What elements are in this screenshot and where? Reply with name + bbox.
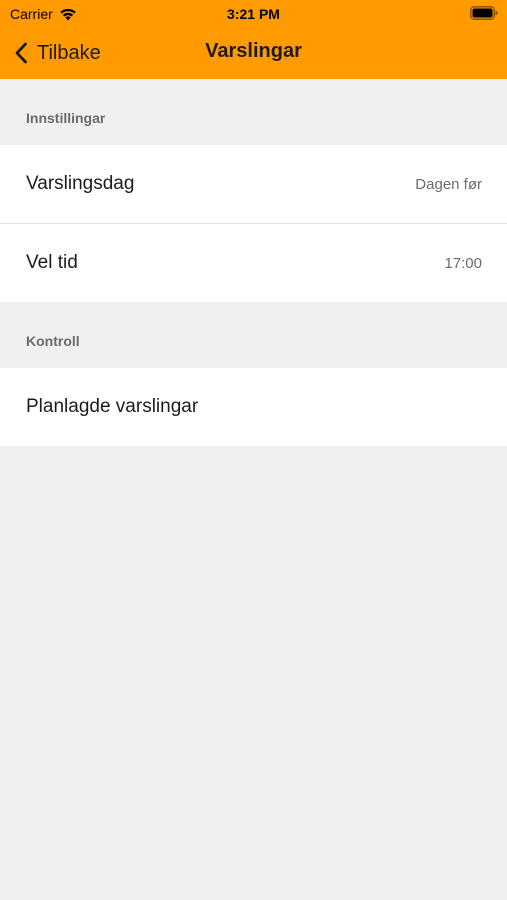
row-label: Vel tid (26, 252, 78, 273)
row-value: 17:00 (444, 255, 482, 272)
page-title: Varslingar (205, 40, 302, 62)
row-label: Planlagde varslingar (26, 396, 199, 417)
settings-row-choose-time[interactable]: Vel tid 17:00 (0, 224, 507, 302)
status-time: 3:21 PM (227, 6, 280, 22)
status-bar: Carrier 3:21 PM (0, 0, 507, 28)
settings-row-notification-day[interactable]: Varslingsdag Dagen før (0, 145, 507, 223)
row-label: Varslingsdag (26, 173, 135, 194)
header-bar: Carrier 3:21 PM Tilbake Varslingar (0, 0, 507, 79)
navigation-bar: Tilbake Varslingar (0, 28, 507, 79)
battery-icon (470, 6, 498, 20)
row-value: Dagen før (415, 176, 482, 193)
section-header-control: Kontroll (26, 333, 80, 349)
settings-row-scheduled-notifications[interactable]: Planlagde varslingar (0, 368, 507, 446)
section-header-settings: Innstillingar (26, 110, 106, 126)
